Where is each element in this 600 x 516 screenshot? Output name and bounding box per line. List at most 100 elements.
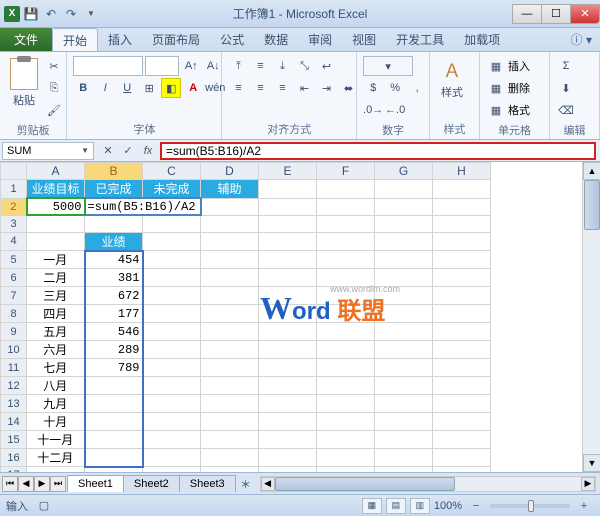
cell[interactable] [201,269,259,287]
view-pagebreak-icon[interactable]: ▥ [410,498,430,514]
col-header[interactable]: F [317,163,375,180]
cell-value[interactable] [85,413,143,431]
shrink-font-icon[interactable]: A↓ [203,56,223,76]
cell[interactable] [201,413,259,431]
cell-value[interactable] [85,431,143,449]
row-header[interactable]: 7 [1,287,27,305]
cell-month[interactable]: 十一月 [27,431,85,449]
copy-icon[interactable]: ⎘ [44,78,64,98]
cell[interactable] [317,467,375,473]
col-header[interactable]: D [201,163,259,180]
macro-record-icon[interactable]: ▢ [34,496,54,516]
fx-icon[interactable]: fx [139,142,157,160]
cell[interactable] [201,251,259,269]
cell[interactable] [259,449,317,467]
format-cells-label[interactable]: 格式 [508,102,530,118]
accept-formula-icon[interactable]: ✓ [119,142,137,160]
delete-cells-icon[interactable]: ▦ [486,78,506,98]
dec-decimal-icon[interactable]: ←.0 [385,100,405,120]
cell-value[interactable]: 546 [85,323,143,341]
cell-value[interactable]: 672 [85,287,143,305]
cell[interactable] [375,431,433,449]
cell[interactable] [433,198,491,215]
row-header[interactable]: 6 [1,269,27,287]
cell[interactable] [201,287,259,305]
insert-cells-label[interactable]: 插入 [508,58,530,74]
cell[interactable] [433,180,491,199]
cell[interactable] [317,413,375,431]
cell-value[interactable]: 289 [85,341,143,359]
cell-month[interactable]: 七月 [27,359,85,377]
border-button[interactable]: ⊞ [139,78,159,98]
cell[interactable] [375,215,433,232]
cell[interactable] [375,232,433,251]
cell[interactable] [375,180,433,199]
row-header[interactable]: 15 [1,431,27,449]
row-header[interactable]: 14 [1,413,27,431]
comma-icon[interactable]: , [407,78,427,98]
view-layout-icon[interactable]: ▤ [386,498,406,514]
zoom-out-icon[interactable]: − [466,496,486,516]
cell[interactable] [259,413,317,431]
cell-month[interactable]: 十二月 [27,449,85,467]
align-center-icon[interactable]: ≡ [250,78,270,98]
scroll-right-icon[interactable]: ▶ [581,477,595,491]
cell[interactable] [259,287,317,305]
cell[interactable] [317,449,375,467]
minimize-button[interactable]: — [512,4,542,24]
cell-value[interactable]: 789 [85,359,143,377]
cell[interactable] [143,395,201,413]
cell[interactable] [201,198,259,215]
indent-dec-icon[interactable]: ⇤ [294,78,314,98]
cell-value[interactable]: 381 [85,269,143,287]
cell[interactable] [317,305,375,323]
cell[interactable] [433,467,491,473]
align-left-icon[interactable]: ≡ [228,78,248,98]
cell[interactable]: 未完成 [143,180,201,199]
cell[interactable] [143,215,201,232]
cell[interactable] [433,341,491,359]
cell[interactable] [143,359,201,377]
cell-a2[interactable]: 5000 [27,198,85,215]
row-header[interactable]: 13 [1,395,27,413]
cell[interactable] [317,251,375,269]
cell[interactable] [259,180,317,199]
tab-formulas[interactable]: 公式 [210,28,254,51]
cell[interactable] [317,431,375,449]
cell[interactable] [433,287,491,305]
tab-nav-prev-icon[interactable]: ◀ [18,476,34,492]
formula-input[interactable]: =sum(B5:B16)/A2 [160,142,596,160]
tab-view[interactable]: 视图 [342,28,386,51]
cell-month[interactable]: 二月 [27,269,85,287]
cell-month[interactable]: 四月 [27,305,85,323]
save-icon[interactable]: 💾 [22,5,40,23]
cell[interactable] [375,377,433,395]
cell[interactable] [201,305,259,323]
row-header[interactable]: 9 [1,323,27,341]
col-header[interactable]: H [433,163,491,180]
cell-value[interactable] [85,377,143,395]
scroll-thumb[interactable] [275,477,455,491]
col-header[interactable]: E [259,163,317,180]
cell[interactable] [143,305,201,323]
help-icon[interactable]: ⓘ ▾ [563,28,600,51]
paste-button[interactable]: 粘贴 [6,56,42,110]
cell[interactable] [433,395,491,413]
cell[interactable] [317,232,375,251]
cell[interactable] [259,341,317,359]
row-header[interactable]: 3 [1,215,27,232]
row-header[interactable]: 2 [1,198,27,215]
delete-cells-label[interactable]: 删除 [508,80,530,96]
tab-file[interactable]: 文件 [0,28,52,51]
cell[interactable] [433,431,491,449]
worksheet-grid[interactable]: A B C D E F G H 1 业绩目标 已完成 未完成 辅助 2 5000… [0,162,491,472]
tab-nav-first-icon[interactable]: ⏮ [2,476,18,492]
cell[interactable] [143,431,201,449]
cell[interactable] [27,467,85,473]
cell[interactable] [259,269,317,287]
cell[interactable] [201,449,259,467]
format-cells-icon[interactable]: ▦ [486,100,506,120]
styles-button[interactable]: Ａ 样式 [436,56,468,102]
scroll-thumb[interactable] [584,180,600,230]
percent-icon[interactable]: % [385,78,405,98]
